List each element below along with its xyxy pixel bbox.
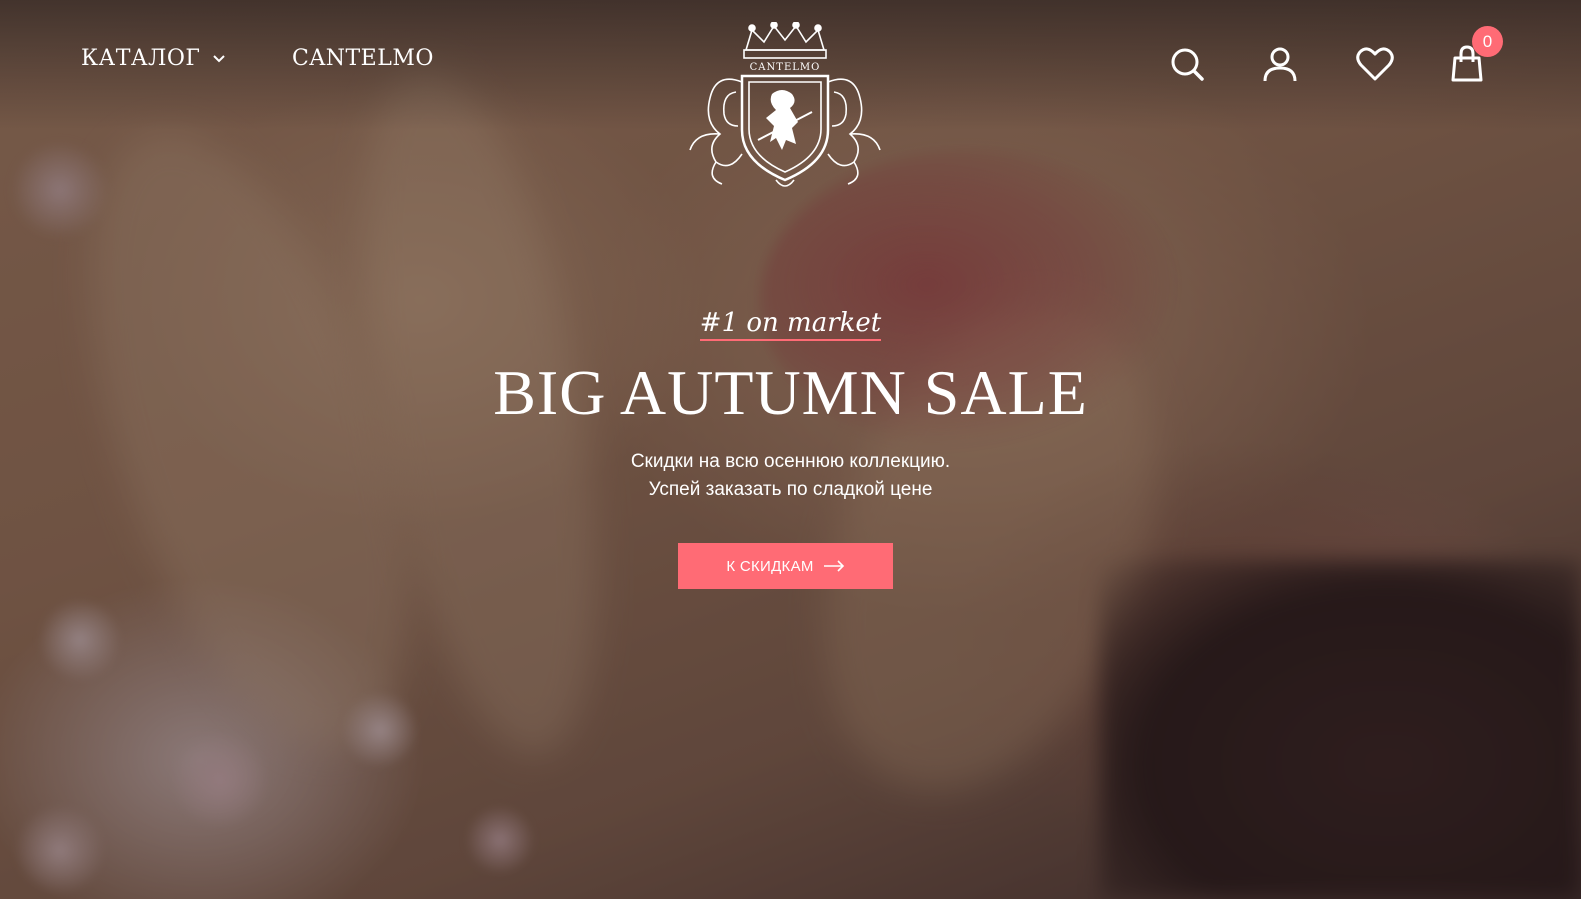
crest-icon: CANTELMO: [689, 21, 881, 187]
nav-catalog-label: КАТАЛОГ: [81, 46, 201, 71]
hero-tagline: #1 on market: [0, 308, 1581, 341]
sale-cta-label: К СКИДКАМ: [726, 557, 814, 575]
search-button[interactable]: [1167, 44, 1207, 84]
nav-brand-link[interactable]: CANTELMO: [292, 46, 434, 71]
cart-count-badge: 0: [1472, 26, 1503, 57]
heart-icon: [1356, 47, 1394, 81]
chevron-down-icon: [213, 54, 226, 62]
nav-catalog[interactable]: КАТАЛОГ: [81, 46, 226, 71]
search-icon: [1171, 48, 1204, 81]
hero-tagline-text: #1 on market: [699, 308, 882, 341]
logo-text: CANTELMO: [750, 62, 821, 73]
site-header: КАТАЛОГ CANTELMO CANTELMO 0: [0, 0, 1581, 200]
wishlist-button[interactable]: [1355, 44, 1395, 84]
hero-subtext: Скидки на всю осеннюю коллекцию. Успей з…: [0, 448, 1581, 504]
brand-logo[interactable]: CANTELMO: [686, 21, 884, 194]
sale-cta-button[interactable]: К СКИДКАМ: [678, 543, 893, 589]
hero-headline: BIG AUTUMN SALE: [493, 357, 1088, 428]
arrow-right-icon: [823, 560, 844, 572]
hero-subtext-line: Скидки на всю осеннюю коллекцию.: [630, 451, 951, 472]
account-button[interactable]: [1260, 44, 1300, 84]
user-icon: [1263, 47, 1297, 82]
hero-subtext-line: Успей заказать по сладкой цене: [648, 479, 933, 500]
